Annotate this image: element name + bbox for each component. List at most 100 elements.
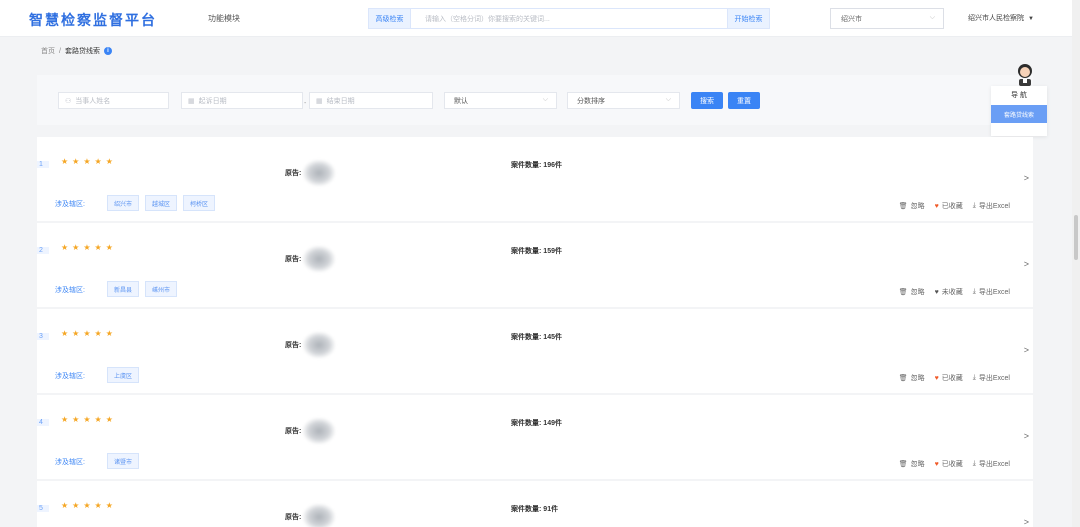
floating-nav-item[interactable]: 套路贷线索 (991, 105, 1047, 123)
export-label: 导出Excel (978, 203, 1010, 210)
region-tag[interactable]: 绍兴市 (107, 195, 140, 211)
clue-card[interactable]: 1 ★★★★★ 原告: 案件数量: 196件 涉及辖区: 绍兴市 越城区 柯桥区… (37, 137, 1033, 221)
ignore-button[interactable]: 🗑 忽略 (899, 459, 925, 469)
advanced-search-button[interactable]: 高级检索 (368, 8, 411, 29)
assistant-avatar-icon[interactable] (1014, 61, 1036, 87)
case-count-value: 149件 (543, 420, 562, 427)
region-tag[interactable]: 越城区 (145, 195, 178, 211)
info-icon[interactable]: i (103, 47, 112, 55)
export-excel-button[interactable]: ⤓ 导出Excel (973, 287, 1010, 297)
region-label: 涉及辖区: (55, 459, 85, 466)
app-logo[interactable]: 智慧检察监督平台 (29, 10, 157, 30)
region-tag[interactable]: 上虞区 (107, 367, 140, 383)
export-label: 导出Excel (978, 375, 1010, 382)
download-icon: ⤓ (972, 288, 976, 295)
clue-card[interactable]: 4 ★★★★★ 原告: 案件数量: 149件 涉及辖区: 诸暨市 🗑 忽略 ♥ 已收… (37, 395, 1033, 479)
favorite-button[interactable]: ♥ 已收藏 (935, 459, 963, 469)
clue-card[interactable]: 5 ★★★★★ 原告: 案件数量: 91件 > (37, 481, 1033, 527)
chevron-down-icon: ⌵ (665, 96, 671, 103)
start-search-button[interactable]: 开始检索 (727, 8, 770, 29)
favorite-button[interactable]: ♥ 已收藏 (935, 201, 963, 211)
region-tags: 上虞区 (107, 367, 140, 383)
case-count-label: 案件数量: (511, 420, 542, 427)
export-label: 导出Excel (978, 461, 1010, 468)
chevron-right-icon[interactable]: > (1024, 431, 1029, 441)
caret-down-icon: ▼ (1028, 16, 1034, 22)
start-date-placeholder: 起诉日期 (198, 97, 227, 105)
favorite-label: 未收藏 (941, 289, 963, 296)
score-sort-value: 分数排序 (577, 97, 605, 105)
trash-icon: 🗑 (898, 203, 908, 210)
region-tag[interactable]: 诸暨市 (107, 453, 140, 469)
plaintiff-label: 原告: (285, 256, 302, 263)
search-button[interactable]: 搜索 (691, 92, 723, 109)
heart-icon: ♥ (934, 374, 939, 382)
clue-card[interactable]: 2 ★★★★★ 原告: 案件数量: 159件 涉及辖区: 新昌县 嵊州市 🗑 忽略… (37, 223, 1033, 307)
reset-button[interactable]: 重置 (728, 92, 760, 109)
trash-icon: 🗑 (898, 289, 908, 296)
search-input[interactable]: 请输入（空格分词）你要搜索的关键词... (411, 8, 727, 29)
ignore-label: 忽略 (910, 289, 925, 296)
heart-icon: ♥ (934, 202, 939, 210)
favorite-button[interactable]: ♥ 已收藏 (935, 373, 963, 383)
chevron-right-icon[interactable]: > (1024, 345, 1029, 355)
case-count-label: 案件数量: (511, 162, 542, 169)
breadcrumb: 首页 / 套路贷线索 i (41, 46, 112, 56)
chevron-right-icon[interactable]: > (1024, 517, 1029, 527)
card-index: 5 (37, 505, 49, 512)
chevron-right-icon[interactable]: > (1024, 259, 1029, 269)
ignore-label: 忽略 (910, 461, 925, 468)
plaintiff-label: 原告: (285, 170, 302, 177)
case-count: 案件数量: 145件 (511, 332, 562, 342)
score-sort-select[interactable]: 分数排序 ⌵ (567, 92, 680, 109)
ignore-button[interactable]: 🗑 忽略 (899, 287, 925, 297)
breadcrumb-current: 套路贷线索 (64, 48, 100, 55)
start-date-input[interactable]: ▦ 起诉日期 (181, 92, 303, 109)
org-menu[interactable]: 绍兴市人民检察院 ▼ (968, 13, 1034, 23)
page-scrollbar[interactable] (1072, 0, 1080, 527)
region-label: 涉及辖区: (55, 373, 85, 380)
scrollbar-thumb[interactable] (1074, 215, 1078, 260)
top-header: 智慧检察监督平台 功能模块 高级检索 请输入（空格分词）你要搜索的关键词... … (0, 0, 1080, 37)
function-menu[interactable]: 功能模块 (208, 13, 240, 24)
calendar-icon: ▦ (316, 97, 323, 105)
ignore-button[interactable]: 🗑 忽略 (899, 201, 925, 211)
party-name-placeholder: 当事人姓名 (75, 97, 111, 105)
heart-icon: ♥ (934, 460, 939, 468)
heart-icon: ♥ (934, 288, 939, 296)
clue-card[interactable]: 3 ★★★★★ 原告: 案件数量: 145件 涉及辖区: 上虞区 🗑 忽略 ♥ 已收… (37, 309, 1033, 393)
star-rating: ★★★★★ (61, 415, 117, 424)
export-label: 导出Excel (978, 289, 1010, 296)
plaintiff-label: 原告: (285, 342, 302, 349)
region-tag[interactable]: 柯桥区 (183, 195, 216, 211)
case-count-label: 案件数量: (511, 248, 542, 255)
region-tags: 诸暨市 (107, 453, 140, 469)
region-tag[interactable]: 新昌县 (107, 281, 140, 297)
region-tag[interactable]: 嵊州市 (145, 281, 178, 297)
card-index: 3 (37, 333, 49, 340)
case-count: 案件数量: 91件 (511, 504, 558, 514)
favorite-button[interactable]: ♥ 未收藏 (935, 287, 963, 297)
plaintiff: 原告: (285, 332, 336, 358)
floating-nav: 导 航 套路贷线索 (991, 86, 1047, 136)
chevron-right-icon[interactable]: > (1024, 173, 1029, 183)
case-count-value: 91件 (543, 506, 559, 513)
end-date-input[interactable]: ▦ 结束日期 (309, 92, 433, 109)
sort-select[interactable]: 默认 ⌵ (444, 92, 557, 109)
party-name-input[interactable]: ⚇ 当事人姓名 (58, 92, 169, 109)
ignore-button[interactable]: 🗑 忽略 (899, 373, 925, 383)
export-excel-button[interactable]: ⤓ 导出Excel (973, 201, 1010, 211)
city-select[interactable]: 绍兴市 ⌵ (830, 8, 944, 29)
breadcrumb-home[interactable]: 首页 (41, 46, 55, 56)
card-index: 2 (37, 247, 49, 254)
chevron-down-icon: ⌵ (542, 96, 548, 103)
export-excel-button[interactable]: ⤓ 导出Excel (973, 459, 1010, 469)
case-count: 案件数量: 159件 (511, 246, 562, 256)
user-icon: ⚇ (65, 97, 72, 105)
card-actions: 🗑 忽略 ♥ 已收藏 ⤓ 导出Excel (899, 459, 1010, 469)
plaintiff: 原告: (285, 504, 336, 527)
plaintiff-label: 原告: (285, 428, 302, 435)
export-excel-button[interactable]: ⤓ 导出Excel (973, 373, 1010, 383)
date-range-dash: - (304, 100, 307, 107)
star-rating: ★★★★★ (61, 501, 117, 510)
